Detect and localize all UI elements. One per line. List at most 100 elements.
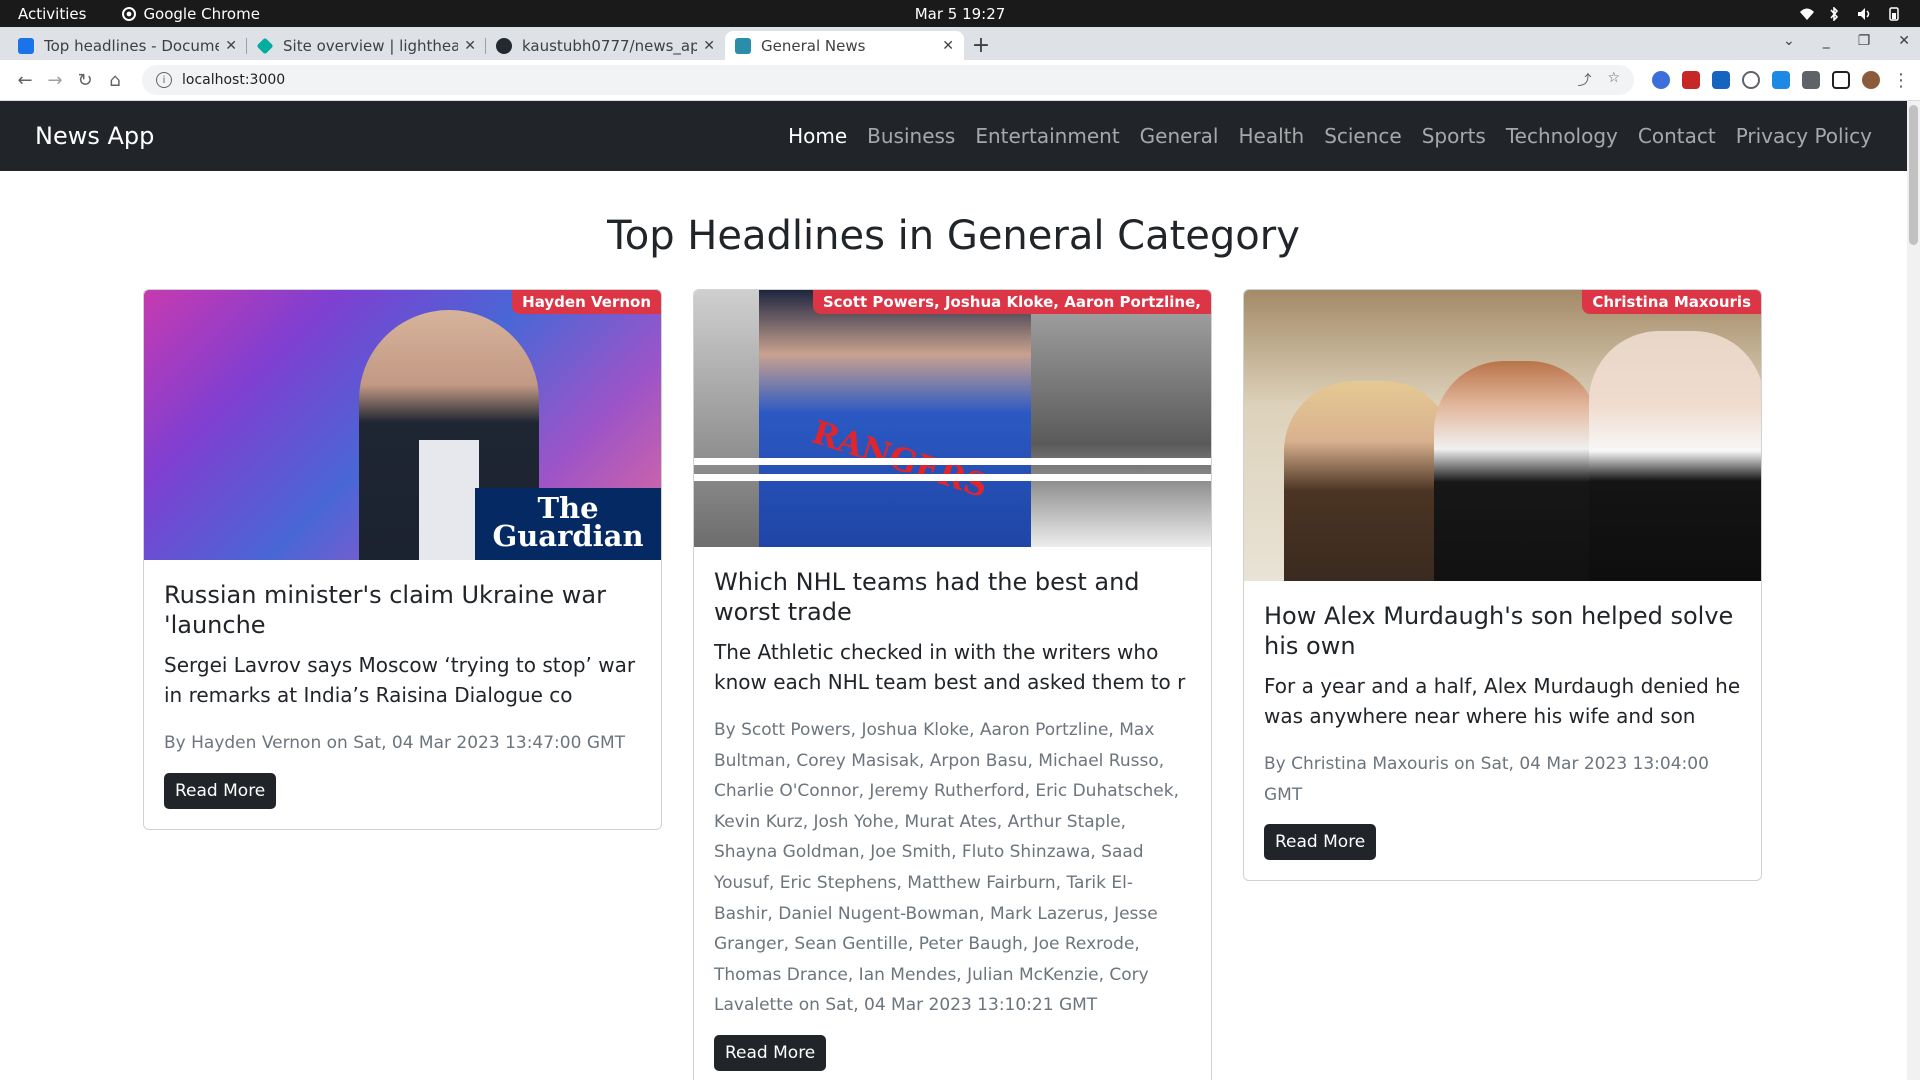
volume-icon [1857,7,1873,21]
close-tab-icon[interactable]: ✕ [464,38,476,54]
extensions-area: ⋮ [1652,70,1910,91]
image-shirt [419,440,479,560]
browser-tab[interactable]: Site overview | lightheart ✕ [247,31,486,60]
navbar-links: Home Business Entertainment General Heal… [788,124,1872,148]
address-bar[interactable]: i localhost:3000 ⤴ ☆ [142,65,1634,95]
card-title: How Alex Murdaugh's son helped solve his… [1264,602,1734,660]
maximize-icon[interactable]: ❐ [1858,33,1871,49]
window-controls: ⌄ _ ❐ ✕ [1783,33,1910,49]
news-card: Christina Maxouris How Alex Murdaugh's s… [1243,289,1762,882]
minimize-icon[interactable]: _ [1823,33,1830,49]
tab-search-icon[interactable]: ⌄ [1783,33,1795,49]
system-top-bar: Activities Google Chrome Mar 5 19:27 [0,0,1920,27]
close-tab-icon[interactable]: ✕ [703,38,715,54]
navbar-brand[interactable]: News App [35,122,154,150]
guardian-logo: The Guardian [475,488,661,560]
tab-title: Top headlines - Document [44,36,220,55]
nav-link-entertainment[interactable]: Entertainment [975,124,1119,148]
react-favicon-icon [735,37,751,54]
browser-tab-active[interactable]: General News ✕ [725,31,964,60]
news-image: RANGERS [694,290,1211,547]
bluetooth-icon [1828,5,1844,22]
source-badge: Scott Powers, Joshua Kloke, Aaron Portzl… [812,290,1211,314]
image-stripe [694,458,1211,465]
extension-icon[interactable] [1742,71,1760,89]
card-description: For a year and a half, Alex Murdaugh den… [1264,674,1741,728]
app-menu[interactable]: Google Chrome [122,5,260,23]
scrollbar-thumb[interactable] [1909,105,1918,245]
browser-tab[interactable]: kaustubh0777/news_app ✕ [486,31,725,60]
menu-kebab-icon[interactable]: ⋮ [1892,70,1910,91]
nav-link-sports[interactable]: Sports [1422,124,1486,148]
image-person [1284,381,1454,581]
extension-icon[interactable] [1652,71,1670,89]
site-info-icon[interactable]: i [156,72,172,88]
nav-link-privacy-policy[interactable]: Privacy Policy [1736,124,1872,148]
docs-favicon-icon [18,37,34,54]
page-scrollbar[interactable] [1907,101,1920,1080]
card-body: Which NHL teams had the best and worst t… [694,547,1211,1080]
tab-title: Site overview | lightheart [283,36,459,55]
bookmark-star-icon[interactable]: ☆ [1607,70,1620,90]
image-right-player [1031,290,1211,547]
sidebar-icon[interactable] [1832,71,1850,89]
news-card: Hayden Vernon The Guardian Russian minis… [143,289,662,830]
card-author: By Scott Powers, Joshua Kloke, Aaron Por… [714,720,1180,1016]
nav-link-science[interactable]: Science [1324,124,1402,148]
image-stripe [694,474,1211,481]
share-icon[interactable]: ⤴ [1577,70,1591,90]
browser-toolbar: ← → ↻ ⌂ i localhost:3000 ⤴ ☆ ⋮ [0,60,1920,101]
card-description: Sergei Lavrov says Moscow ‘trying to sto… [164,653,636,707]
home-icon[interactable]: ⌂ [100,70,130,91]
close-tab-icon[interactable]: ✕ [225,38,237,54]
site-navbar: News App Home Business Entertainment Gen… [0,101,1907,171]
image-person [1434,361,1599,581]
card-author: By Hayden Vernon on Sat, 04 Mar 2023 13:… [164,733,626,753]
reload-icon[interactable]: ↻ [70,70,100,91]
puzzle-icon[interactable] [1802,71,1820,89]
news-card-grid: Hayden Vernon The Guardian Russian minis… [0,289,1920,1080]
card-title: Which NHL teams had the best and worst t… [714,568,1140,626]
url-text[interactable]: localhost:3000 [182,72,285,88]
card-description: The Athletic checked in with the writers… [714,640,1186,694]
page-title: Top Headlines in General Category [607,213,1300,259]
profile-avatar[interactable] [1862,71,1880,89]
new-tab-icon[interactable]: + [964,31,998,60]
back-icon[interactable]: ← [10,70,40,91]
card-body: Russian minister's claim Ukraine war 'la… [144,560,661,829]
nav-link-home[interactable]: Home [788,124,847,148]
clock[interactable]: Mar 5 19:27 [915,5,1006,23]
browser-tab[interactable]: Top headlines - Document ✕ [8,31,247,60]
extension-icon[interactable] [1682,71,1700,89]
tab-title: kaustubh0777/news_app [522,36,698,55]
battery-icon [1886,6,1902,21]
forward-icon[interactable]: → [40,70,70,91]
source-badge: Hayden Vernon [512,290,661,314]
nav-link-technology[interactable]: Technology [1506,124,1618,148]
activities-button[interactable]: Activities [18,5,86,23]
source-badge: Christina Maxouris [1582,290,1761,314]
nav-link-contact[interactable]: Contact [1638,124,1716,148]
image-person [1589,331,1761,581]
nav-link-health[interactable]: Health [1239,124,1305,148]
tab-strip: Top headlines - Document ✕ Site overview… [0,27,1920,60]
extension-icon[interactable] [1772,71,1790,89]
news-card: Scott Powers, Joshua Kloke, Aaron Portzl… [693,289,1212,1080]
extension-icon[interactable] [1712,71,1730,89]
nav-link-general[interactable]: General [1140,124,1219,148]
read-more-button[interactable]: Read More [164,772,277,809]
read-more-button[interactable]: Read More [714,1034,827,1071]
news-image [1244,290,1761,581]
github-favicon-icon [496,37,512,54]
read-more-button[interactable]: Read More [1264,824,1377,861]
wifi-icon [1799,7,1815,21]
card-author: By Christina Maxouris on Sat, 04 Mar 202… [1264,754,1709,805]
netlify-favicon-icon [256,37,274,54]
system-tray[interactable] [1799,5,1902,22]
chrome-icon [122,6,137,21]
close-tab-icon[interactable]: ✕ [942,38,954,54]
close-window-icon[interactable]: ✕ [1898,33,1910,49]
page-viewport: News App Home Business Entertainment Gen… [0,101,1920,1080]
nav-link-business[interactable]: Business [867,124,955,148]
card-body: How Alex Murdaugh's son helped solve his… [1244,581,1761,880]
